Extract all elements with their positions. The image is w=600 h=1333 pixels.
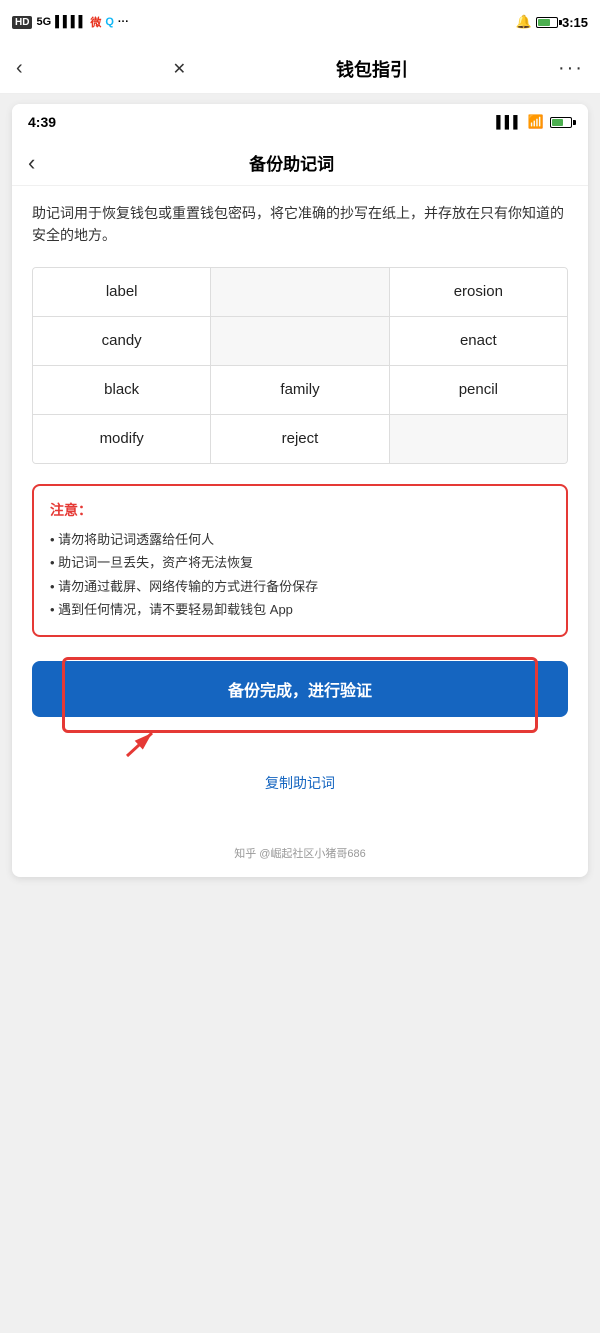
inner-nav: ‹ 备份助记词 xyxy=(12,140,588,186)
hd-icon: HD xyxy=(12,16,32,29)
mnemonic-cell-1-2 xyxy=(211,268,389,316)
more-icons: ··· xyxy=(118,16,129,28)
mnemonic-cell-1-1: label xyxy=(33,268,211,316)
outer-back-button[interactable]: ‹ xyxy=(16,57,23,80)
inner-time: 4:39 xyxy=(28,114,56,130)
warning-box: 注意： • 请勿将助记词透露给任何人 • 助记词一旦丢失，资产将无法恢复 • 请… xyxy=(32,484,568,638)
verify-button[interactable]: 备份完成，进行验证 xyxy=(32,661,568,717)
footer-watermark: 知乎 @崛起社区小猪哥686 xyxy=(12,825,588,877)
battery-icon xyxy=(536,17,558,28)
mnemonic-cell-3-2: family xyxy=(211,366,389,414)
outer-status-bar: HD 5G ▌▌▌▌ 微 Q ··· 🔔 3:15 xyxy=(0,0,600,44)
description-text: 助记词用于恢复钱包或重置钱包密码，将它准确的抄写在纸上，并存放在只有你知道的安全… xyxy=(32,202,568,247)
mnemonic-cell-4-2: reject xyxy=(211,415,389,463)
network-bars: ▌▌▌▌ xyxy=(55,16,86,28)
verify-button-wrapper: 备份完成，进行验证 xyxy=(32,661,568,729)
inner-nav-title: 备份助记词 xyxy=(35,150,548,175)
mnemonic-cell-2-2 xyxy=(211,317,389,365)
weibo-icon: 微 xyxy=(90,14,101,30)
arrow-indicator xyxy=(122,728,162,763)
signal-icon: 5G xyxy=(36,16,51,28)
mnemonic-cell-2-1: candy xyxy=(33,317,211,365)
outer-time: 3:15 xyxy=(562,15,588,30)
inner-back-button[interactable]: ‹ xyxy=(28,150,35,176)
copy-mnemonic-link[interactable]: 复制助记词 xyxy=(32,765,568,809)
inner-screen: 4:39 ▌▌▌ 📶 ‹ 备份助记词 助记词用于恢复钱包或重置钱包密码，将它准确… xyxy=(12,104,588,877)
mnemonic-cell-4-1: modify xyxy=(33,415,211,463)
inner-signal-icon: ▌▌▌ xyxy=(496,115,522,129)
inner-battery-icon xyxy=(550,117,572,128)
inner-status-bar: 4:39 ▌▌▌ 📶 xyxy=(12,104,588,140)
warning-item-1: • 请勿将助记词透露给任何人 xyxy=(50,528,550,551)
inner-status-right: ▌▌▌ 📶 xyxy=(496,114,572,130)
warning-item-3: • 请勿通过截屏、网络传输的方式进行备份保存 xyxy=(50,575,550,598)
mnemonic-cell-2-3: enact xyxy=(390,317,567,365)
mnemonic-cell-1-3: erosion xyxy=(390,268,567,316)
outer-nav-title: 钱包指引 xyxy=(336,56,408,82)
qq-icon: Q xyxy=(105,16,114,28)
warning-item-2: • 助记词一旦丢失，资产将无法恢复 xyxy=(50,551,550,574)
warning-title: 注意： xyxy=(50,500,550,520)
mnemonic-cell-3-3: pencil xyxy=(390,366,567,414)
mnemonic-row-4: modify reject xyxy=(33,415,567,463)
inner-wifi-icon: 📶 xyxy=(528,114,544,130)
bell-icon: 🔔 xyxy=(516,14,532,30)
outer-status-left: HD 5G ▌▌▌▌ 微 Q ··· xyxy=(12,14,129,30)
content-area: 助记词用于恢复钱包或重置钱包密码，将它准确的抄写在纸上，并存放在只有你知道的安全… xyxy=(12,186,588,825)
mnemonic-row-2: candy enact xyxy=(33,317,567,366)
outer-close-button[interactable]: ✕ xyxy=(173,59,186,79)
watermark-text: 知乎 @崛起社区小猪哥686 xyxy=(234,848,366,860)
mnemonic-row-3: black family pencil xyxy=(33,366,567,415)
mnemonic-grid: label erosion candy enact black family p… xyxy=(32,267,568,464)
outer-status-right: 🔔 3:15 xyxy=(516,14,588,30)
outer-menu-button[interactable]: ··· xyxy=(558,57,584,80)
mnemonic-row-1: label erosion xyxy=(33,268,567,317)
mnemonic-cell-4-3 xyxy=(390,415,567,463)
warning-item-4: • 遇到任何情况，请不要轻易卸载钱包 App xyxy=(50,598,550,621)
outer-nav: ‹ ✕ 钱包指引 ··· xyxy=(0,44,600,94)
mnemonic-cell-3-1: black xyxy=(33,366,211,414)
